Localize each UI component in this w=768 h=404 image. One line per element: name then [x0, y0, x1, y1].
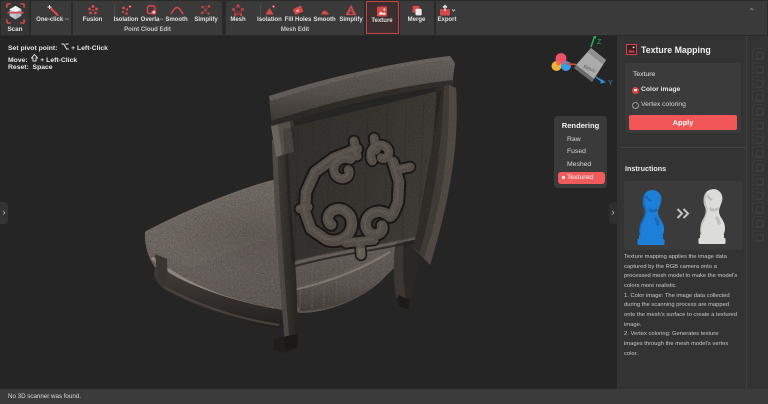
svg-text:Z: Z	[597, 39, 602, 46]
svg-text:Y: Y	[608, 80, 613, 87]
